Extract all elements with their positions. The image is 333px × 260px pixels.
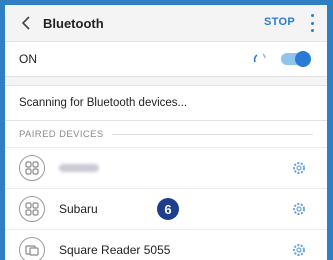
scanning-status-row: Scanning for Bluetooth devices...	[5, 85, 327, 121]
screenshot-frame: Bluetooth STOP ON Scanning for Bluetooth…	[0, 0, 333, 260]
card-reader-icon	[19, 237, 45, 260]
paired-device-row[interactable]	[5, 147, 327, 188]
section-divider	[111, 133, 313, 135]
bluetooth-toggle-row[interactable]: ON	[5, 41, 327, 77]
redacted-device-name	[59, 164, 99, 172]
gear-icon[interactable]	[291, 160, 307, 176]
switch-knob	[295, 51, 311, 67]
chevron-left-icon	[21, 16, 30, 30]
device-name: Subaru	[59, 202, 98, 216]
bluetooth-status-label: ON	[19, 52, 37, 66]
grid-device-icon	[19, 155, 45, 181]
paired-devices-header: PAIRED DEVICES	[5, 121, 327, 147]
paired-device-row[interactable]: Square Reader 5055	[5, 229, 327, 260]
callout-badge: 6	[157, 198, 179, 220]
paired-device-row[interactable]: Subaru 6	[5, 188, 327, 229]
app-bar: Bluetooth STOP	[5, 5, 327, 41]
paired-devices-title: PAIRED DEVICES	[19, 128, 104, 140]
page-title: Bluetooth	[43, 15, 104, 31]
gear-icon[interactable]	[291, 201, 307, 217]
device-name: Square Reader 5055	[59, 243, 171, 257]
stop-button[interactable]: STOP	[264, 16, 295, 28]
more-options-icon[interactable]	[309, 14, 315, 32]
loading-spinner-icon	[253, 53, 266, 63]
back-button[interactable]	[13, 5, 39, 41]
bluetooth-screen: Bluetooth STOP ON Scanning for Bluetooth…	[5, 5, 327, 260]
scanning-status-text: Scanning for Bluetooth devices...	[19, 97, 188, 109]
bluetooth-switch[interactable]	[281, 51, 311, 67]
gear-icon[interactable]	[291, 242, 307, 258]
grid-device-icon	[19, 196, 45, 222]
